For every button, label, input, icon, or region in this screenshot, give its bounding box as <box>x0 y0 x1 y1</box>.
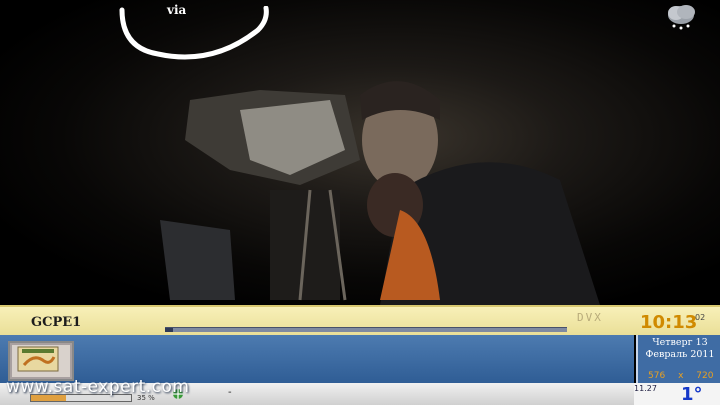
cloud-snow-icon <box>668 5 695 30</box>
clock-panel: 10:13 <box>634 305 720 335</box>
resolution-separator: x <box>678 371 684 381</box>
video-resolution: 576 x 720 <box>648 371 718 381</box>
format-badge: DVX <box>577 311 603 324</box>
info-bar-top: GCPE1 DVX <box>0 305 634 335</box>
temperature: 1° <box>681 384 703 405</box>
via-label: via <box>167 3 187 17</box>
resolution-width: 576 <box>648 371 666 381</box>
weather-panel: 11.27 1° <box>634 383 720 405</box>
channel-name: GCPE1 <box>31 315 82 330</box>
date-month-year: Февраль 2011 <box>645 349 715 360</box>
clock-seconds: 02 <box>695 313 706 322</box>
date-panel: Четверг 13 Февраль 2011 576 x 720 <box>636 335 720 383</box>
info-bar-middle <box>0 335 634 383</box>
small-time: 11.27 <box>634 384 657 393</box>
video-scene <box>160 81 600 305</box>
channel-logo <box>8 341 74 381</box>
resolution-height: 720 <box>696 371 714 381</box>
clock-time: 10:13 <box>640 312 698 333</box>
status-dash: - <box>228 387 232 398</box>
logo-icon <box>17 346 59 372</box>
info-bar: GCPE1 DVX 10:13 02 Четверг 13 Февраль 20… <box>0 305 720 405</box>
date-weekday: Четверг 13 <box>652 337 708 348</box>
video-frame: via <box>0 0 720 305</box>
watermark: www.sat-expert.com <box>6 377 190 397</box>
program-progress-fill <box>165 328 174 332</box>
handwritten-arc <box>119 6 269 60</box>
program-progress-bar <box>165 327 567 332</box>
